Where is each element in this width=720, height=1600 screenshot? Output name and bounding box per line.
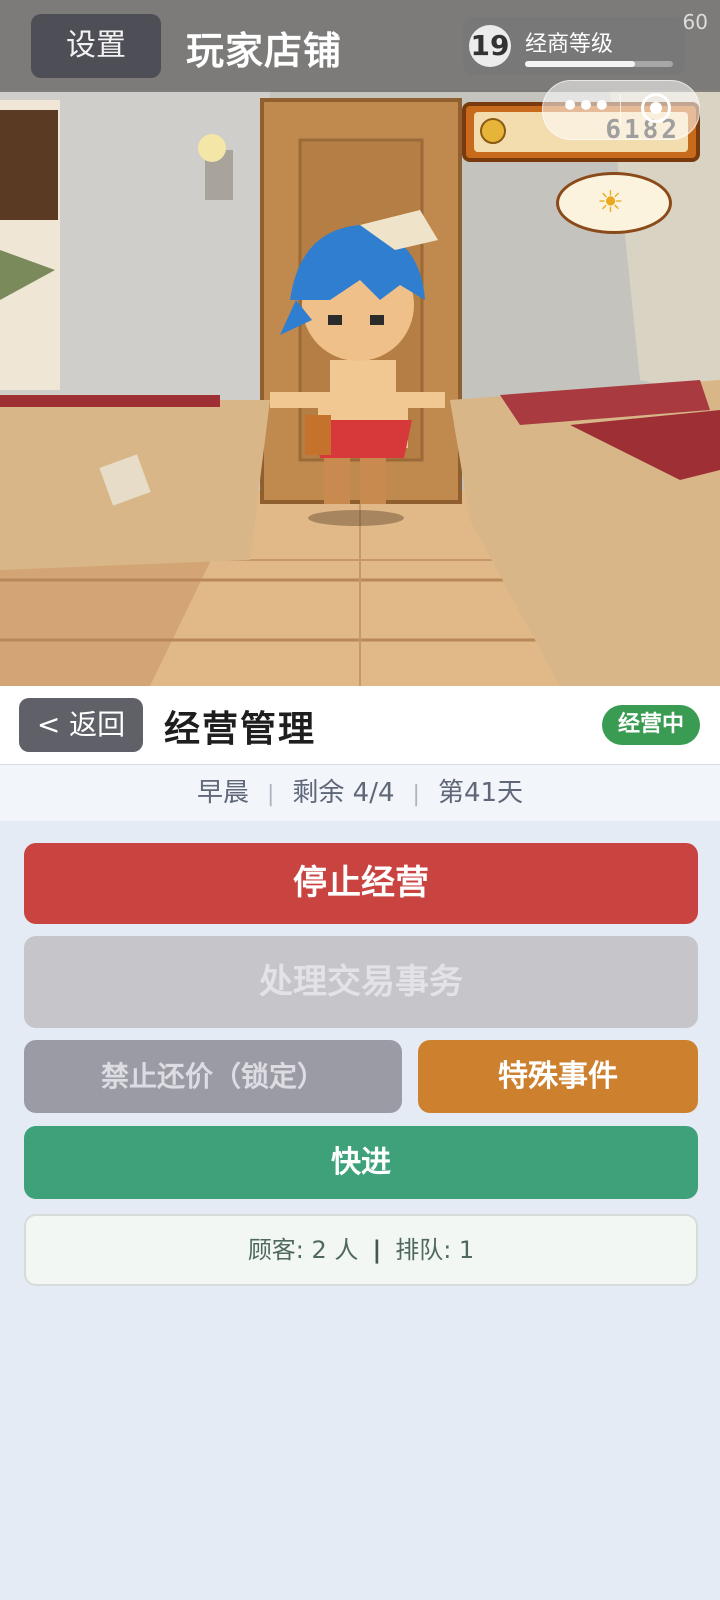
level-progress-bar — [525, 61, 673, 67]
weather-sign: ☀ — [556, 172, 672, 234]
customer-count: 顾客: 2 人 — [247, 1236, 359, 1264]
management-header: < 返回 经营管理 经营中 — [0, 686, 720, 765]
lock-bargain-button[interactable]: 禁止还价（锁定） — [24, 1040, 402, 1113]
day-counter: 第41天 — [437, 778, 524, 808]
level-label: 经商等级 — [525, 32, 614, 57]
fast-forward-button[interactable]: 快进 — [24, 1126, 698, 1199]
handle-trade-button[interactable]: 处理交易事务 — [24, 936, 698, 1028]
settings-button[interactable]: 设置 — [31, 14, 161, 78]
remaining-count: 剩余 4/4 — [292, 778, 395, 808]
queue-count: 排队: 1 — [395, 1236, 475, 1264]
day-info-bar: 早晨 | 剩余 4/4 | 第41天 — [0, 765, 720, 821]
status-badge: 经营中 — [601, 705, 700, 745]
close-target-icon[interactable] — [641, 93, 671, 123]
back-button[interactable]: < 返回 — [19, 698, 143, 752]
business-level-panel: 19 经商等级 — [463, 17, 685, 75]
level-number-badge: 19 — [469, 25, 511, 67]
special-event-button[interactable]: 特殊事件 — [418, 1040, 698, 1113]
level-progress-fill — [525, 61, 635, 67]
more-options-icon[interactable]: ••• — [561, 92, 611, 125]
shop-title: 玩家店铺 — [186, 29, 343, 73]
time-of-day: 早晨 — [196, 778, 249, 808]
stop-business-button[interactable]: 停止经营 — [24, 843, 698, 924]
game-scene[interactable]: 设置 玩家店铺 19 经商等级 60 6182 ••• ☀ — [0, 0, 720, 686]
sun-cloud-icon: ☀ — [597, 185, 624, 220]
coin-icon — [480, 118, 506, 144]
fps-counter: 60 — [682, 10, 708, 34]
page-title: 经营管理 — [164, 709, 317, 750]
customer-status-bar: 顾客: 2 人 | 排队: 1 — [24, 1214, 698, 1286]
mini-program-capsule: ••• — [542, 80, 700, 140]
